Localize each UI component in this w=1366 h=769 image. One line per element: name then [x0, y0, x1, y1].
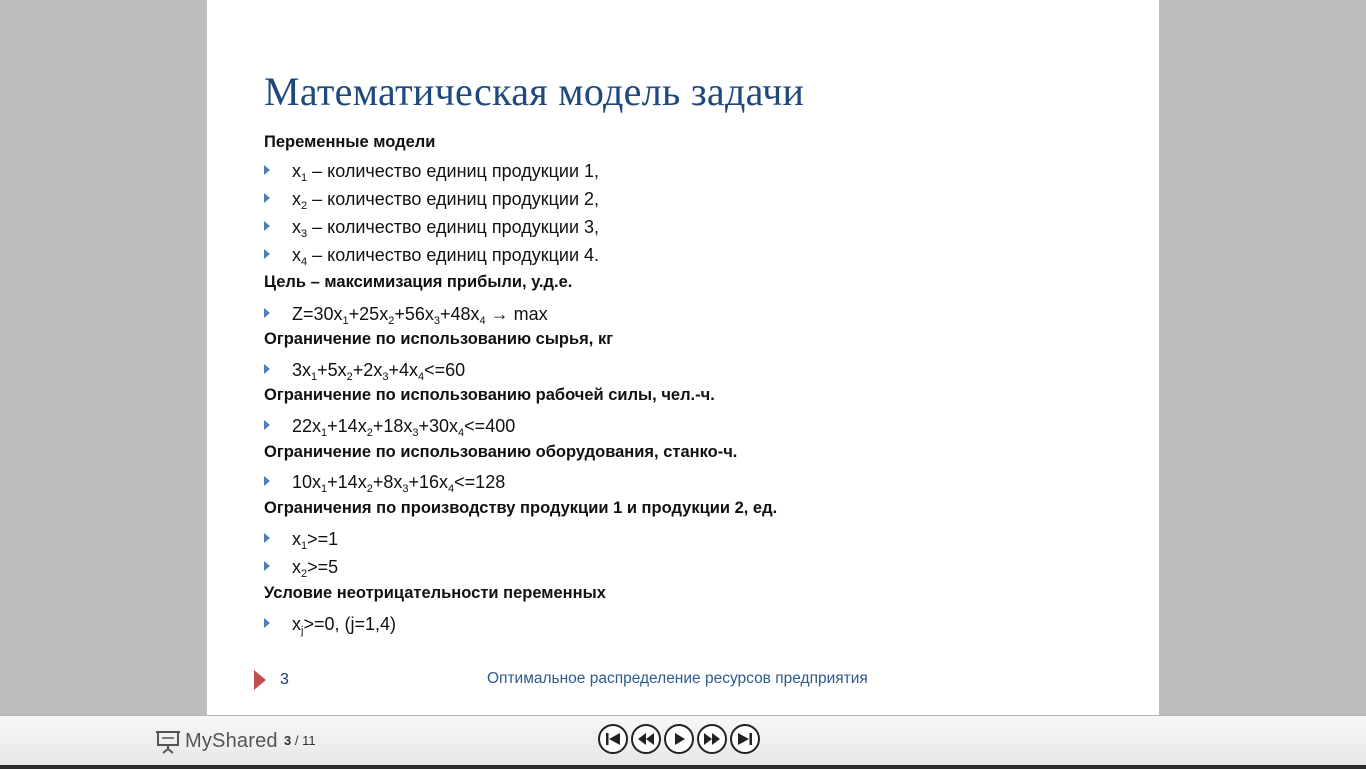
bullet-x1: x1 – количество единиц продукции 1, — [264, 160, 600, 184]
page-separator: / — [294, 733, 299, 748]
rewind-icon — [638, 733, 654, 745]
heading-equipment: Ограничение по использованию оборудовани… — [264, 443, 738, 461]
brand-name: MyShared — [185, 729, 278, 752]
first-slide-button[interactable] — [598, 724, 628, 754]
bullet-text: 3x1+5x2+2x3+4x4<=60 — [292, 360, 466, 383]
bullet-arrow-icon — [264, 193, 270, 203]
slide: Математическая модель задачи Переменные … — [207, 0, 1159, 715]
bullet-x2-min: x2>=5 — [264, 556, 339, 580]
bullet-text: x3 – количество единиц продукции 3, — [292, 217, 600, 240]
fast-forward-icon — [704, 733, 720, 745]
bullet-arrow-icon — [264, 221, 270, 231]
play-icon — [675, 733, 685, 745]
bullet-text: x1>=1 — [292, 529, 339, 552]
slide-title: Математическая модель задачи — [264, 69, 805, 114]
bullet-arrow-icon — [264, 249, 270, 259]
current-page: 3 — [284, 733, 292, 748]
total-pages: 11 — [302, 733, 316, 748]
bullet-arrow-icon — [264, 533, 270, 543]
next-slide-button[interactable] — [697, 724, 727, 754]
heading-labor: Ограничение по использованию рабочей сил… — [264, 386, 715, 404]
bullet-text: 10x1+14x2+8x3+16x4<=128 — [292, 472, 506, 495]
myshared-logo[interactable]: MyShared — [155, 728, 278, 754]
footer-arrow-icon — [254, 670, 266, 690]
previous-slide-button[interactable] — [631, 724, 661, 754]
bullet-x3: x3 – количество единиц продукции 3, — [264, 216, 600, 240]
bullet-text: x2>=5 — [292, 557, 339, 580]
bullet-x2: x2 – количество единиц продукции 2, — [264, 188, 600, 212]
bullet-text: xj>=0, (j=1,4) — [292, 614, 397, 637]
heading-variables: Переменные модели — [264, 133, 436, 151]
heading-raw: Ограничение по использованию сырья, кг — [264, 330, 614, 348]
bullet-text: x1 – количество единиц продукции 1, — [292, 161, 600, 184]
bullet-arrow-icon — [264, 420, 270, 430]
heading-production: Ограничения по производству продукции 1 … — [264, 499, 778, 517]
bullet-arrow-icon — [264, 618, 270, 628]
bullet-text: x4 – количество единиц продукции 4. — [292, 245, 600, 268]
bullet-equipment: 10x1+14x2+8x3+16x4<=128 — [264, 471, 506, 495]
bullet-arrow-icon — [264, 561, 270, 571]
skip-first-icon — [606, 733, 620, 745]
slide-number: 3 — [280, 671, 289, 688]
footer-text: Оптимальное распределение ресурсов предп… — [487, 670, 868, 687]
bullet-x1-min: x1>=1 — [264, 528, 339, 552]
bullet-arrow-icon — [264, 364, 270, 374]
bullet-objective: Z=30x1+25x2+56x3+48x4 → max — [264, 303, 548, 327]
page-counter: 3 / 11 — [284, 733, 316, 748]
bullet-raw: 3x1+5x2+2x3+4x4<=60 — [264, 359, 466, 383]
bullet-arrow-icon — [264, 476, 270, 486]
play-button[interactable] — [664, 724, 694, 754]
bullet-text: 22x1+14x2+18x3+30x4<=400 — [292, 416, 516, 439]
bullet-text: Z=30x1+25x2+56x3+48x4 → max — [292, 304, 548, 327]
bullet-nonneg: xj>=0, (j=1,4) — [264, 613, 397, 637]
last-slide-button[interactable] — [730, 724, 760, 754]
playback-controls — [598, 724, 760, 754]
skip-last-icon — [738, 733, 752, 745]
heading-nonneg: Условие неотрицательности переменных — [264, 584, 606, 602]
player-toolbar: MyShared 3 / 11 — [0, 715, 1366, 769]
bullet-arrow-icon — [264, 165, 270, 175]
presentation-board-icon — [156, 731, 180, 754]
bullet-labor: 22x1+14x2+18x3+30x4<=400 — [264, 415, 516, 439]
bullet-text: x2 – количество единиц продукции 2, — [292, 189, 600, 212]
heading-goal: Цель – максимизация прибыли, у.д.е. — [264, 273, 573, 291]
bullet-arrow-icon — [264, 308, 270, 318]
bullet-x4: x4 – количество единиц продукции 4. — [264, 244, 600, 268]
